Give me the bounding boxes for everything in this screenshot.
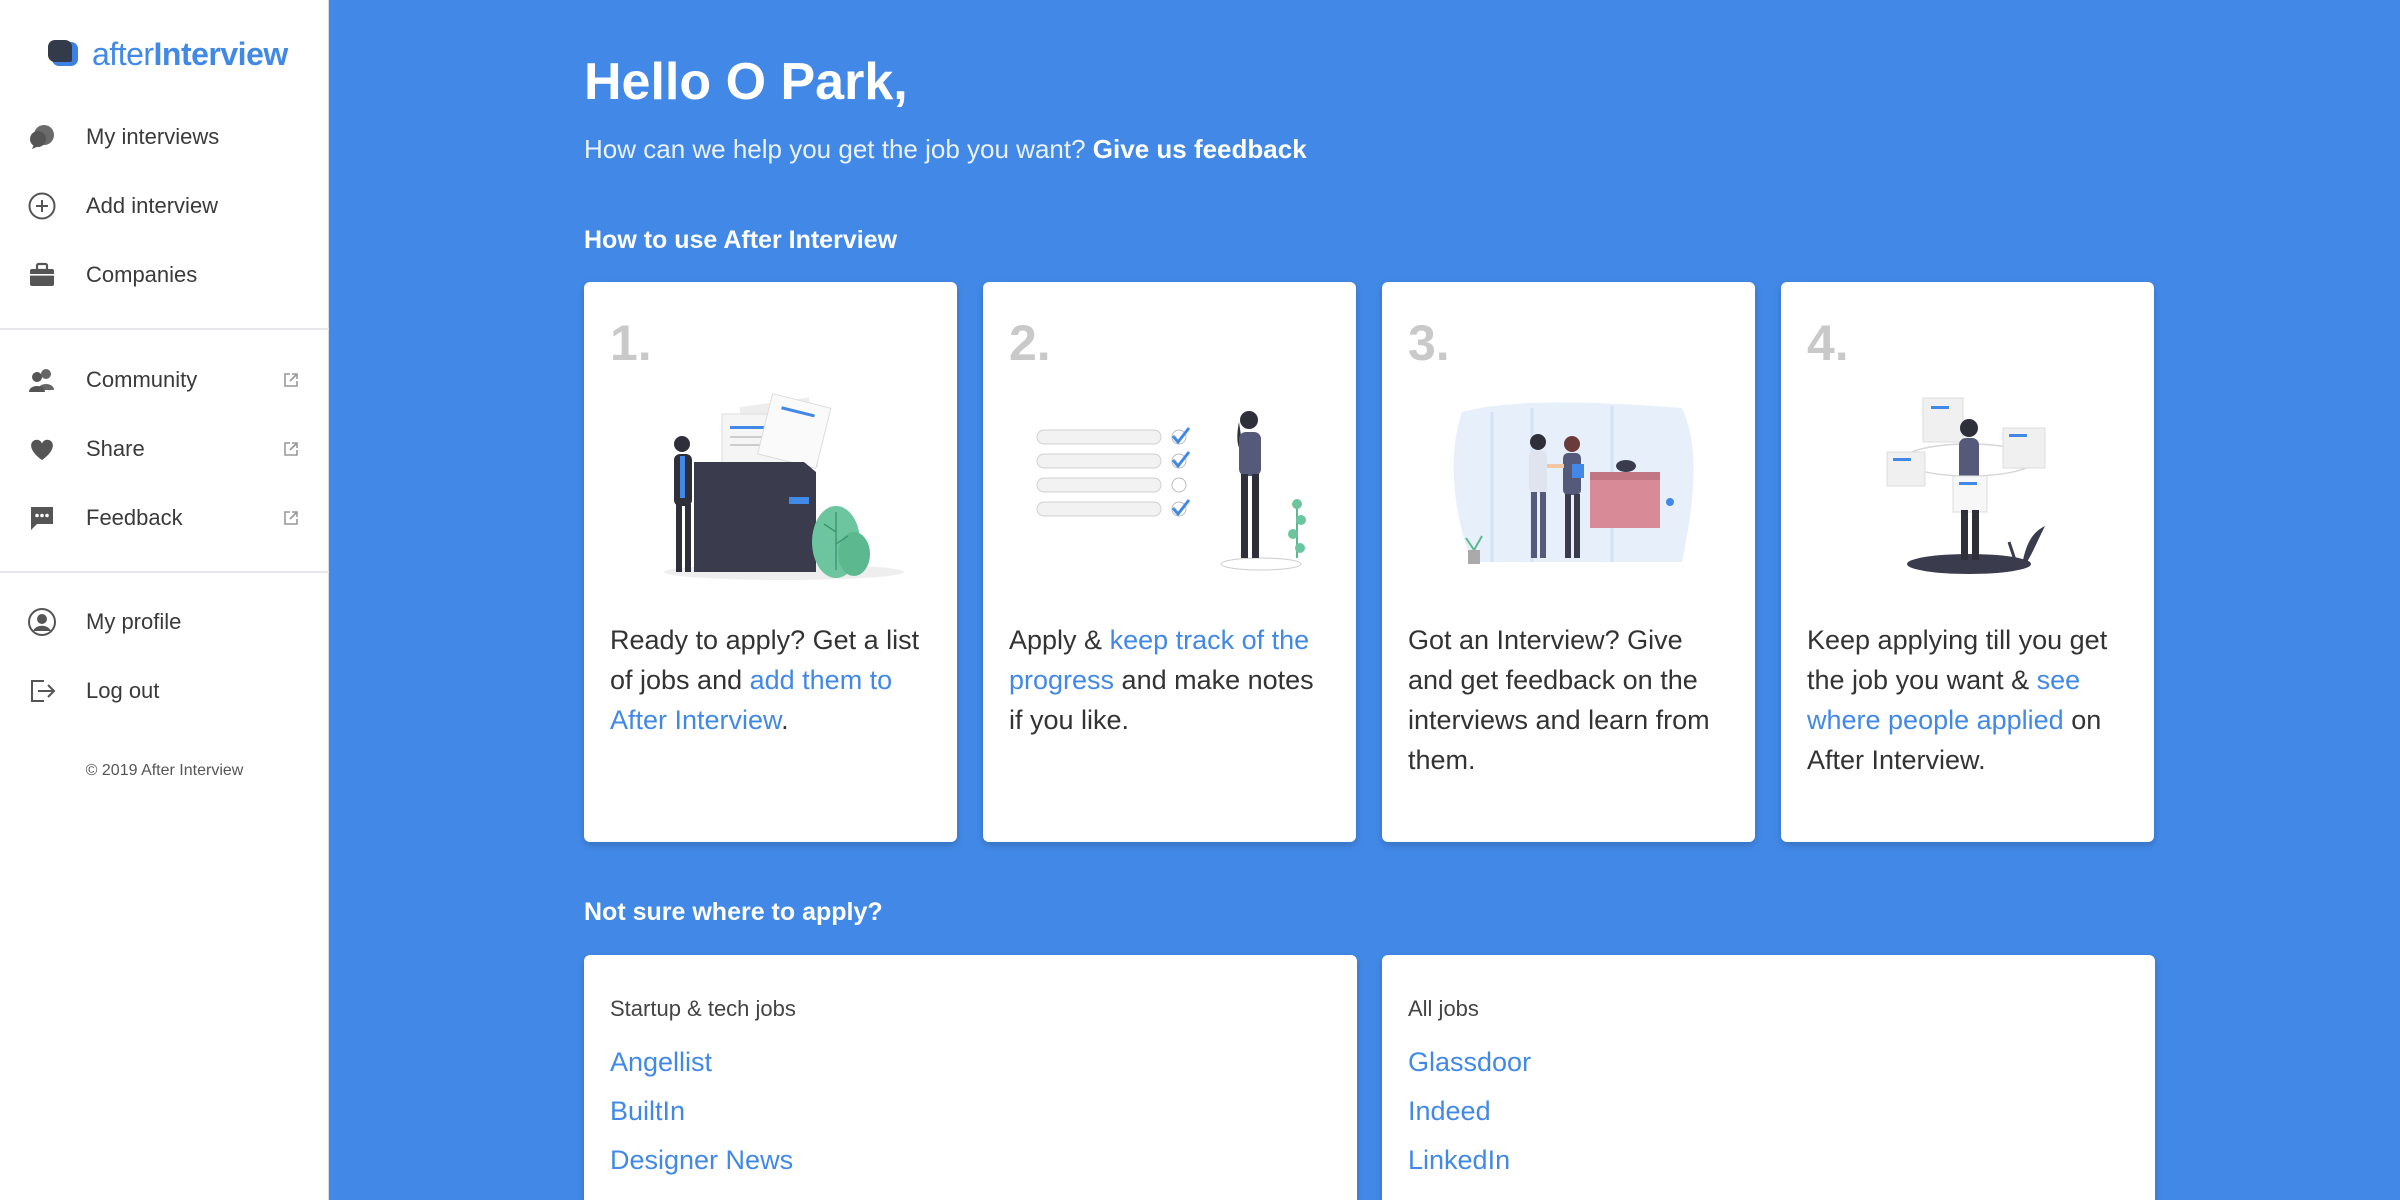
sidebar-item-label: Feedback	[86, 505, 183, 530]
step-number: 4.	[1807, 315, 1849, 371]
checklist-illustration	[1003, 392, 1336, 592]
sidebar-item-my-profile[interactable]: My profile	[0, 599, 329, 645]
jobs-list-title: All jobs	[1408, 996, 1479, 1021]
sidebar-item-companies[interactable]: Companies	[0, 252, 329, 298]
copyright: © 2019 After Interview	[85, 762, 244, 779]
folder-illustration	[604, 392, 937, 592]
sidebar-item-label: Log out	[86, 678, 160, 703]
logo[interactable]: afterInterview	[48, 34, 288, 74]
sidebar-item-label: Share	[86, 436, 145, 461]
job-link-glassdoor[interactable]: Glassdoor	[1408, 1047, 1531, 1078]
step-card-2: 2. Apply & keep track of the progress an…	[983, 282, 1356, 842]
step-text: Keep applying till you get the job you w…	[1807, 625, 2108, 775]
sidebar-item-log-out[interactable]: Log out	[0, 668, 329, 714]
step-text: Got an Interview? Give and get feedback …	[1408, 625, 1710, 775]
handshake-illustration	[1402, 392, 1735, 592]
sidebar-item-my-interviews[interactable]: My interviews	[0, 114, 329, 160]
step-text: Ready to apply? Get a list of jobs and a…	[610, 625, 920, 735]
job-link-angellist[interactable]: Angellist	[610, 1047, 712, 1078]
page-title: Hello O Park,	[584, 53, 908, 111]
logout-icon	[26, 675, 58, 707]
sidebar-item-label: Companies	[86, 262, 198, 287]
subtitle-text: How can we help you get the job you want…	[584, 134, 1086, 164]
subtitle: How can we help you get the job you want…	[584, 134, 1307, 165]
section-title-howto: How to use After Interview	[584, 226, 898, 254]
jobs-card-all: All jobs Glassdoor Indeed LinkedIn	[1382, 955, 2155, 1200]
sidebar-item-label: Add interview	[86, 193, 219, 218]
section-title-apply: Not sure where to apply?	[584, 898, 883, 926]
sidebar-item-label: Community	[86, 367, 198, 392]
step-number: 2.	[1009, 315, 1051, 371]
sidebar-divider	[0, 571, 329, 573]
sidebar-item-label: My profile	[86, 609, 182, 634]
job-link-designer-news[interactable]: Designer News	[610, 1145, 793, 1176]
external-link-icon	[282, 440, 300, 458]
step-card-3: 3. Got an Interview? Give and get feedba…	[1382, 282, 1755, 842]
jobs-card-startup: Startup & tech jobs Angellist BuiltIn De…	[584, 955, 1357, 1200]
briefcase-icon	[26, 259, 58, 291]
logo-text-after: after	[92, 35, 154, 72]
external-link-icon	[282, 371, 300, 389]
sidebar-item-add-interview[interactable]: Add interview	[0, 183, 329, 229]
step-card-4: 4. Keep applying till you get the job yo…	[1781, 282, 2154, 842]
sidebar-item-feedback[interactable]: Feedback	[0, 495, 329, 541]
give-feedback-link[interactable]: Give us feedback	[1093, 134, 1307, 164]
job-link-indeed[interactable]: Indeed	[1408, 1096, 1491, 1127]
chat-bubbles-icon	[26, 121, 58, 153]
job-link-builtin[interactable]: BuiltIn	[610, 1096, 685, 1127]
main-content: Hello O Park, How can we help you get th…	[329, 0, 2400, 1200]
logo-icon	[48, 40, 80, 68]
external-link-icon	[282, 509, 300, 527]
sidebar-item-share[interactable]: Share	[0, 426, 329, 472]
applications-illustration	[1801, 392, 2134, 592]
job-link-linkedin[interactable]: LinkedIn	[1408, 1145, 1510, 1176]
message-dots-icon	[26, 502, 58, 534]
step-text: Apply & keep track of the progress and m…	[1009, 625, 1314, 735]
user-circle-icon	[26, 606, 58, 638]
step-number: 3.	[1408, 315, 1450, 371]
step-number: 1.	[610, 315, 652, 371]
logo-text-interview: Interview	[153, 35, 289, 72]
sidebar-item-community[interactable]: Community	[0, 357, 329, 403]
sidebar: afterInterview My interviews Add intervi…	[0, 0, 329, 1200]
step-card-1: 1. Ready to apply? Get a list of jobs an…	[584, 282, 957, 842]
plus-circle-icon	[26, 190, 58, 222]
sidebar-divider	[0, 328, 329, 330]
jobs-list-title: Startup & tech jobs	[610, 996, 796, 1021]
heart-icon	[26, 433, 58, 465]
sidebar-item-label: My interviews	[86, 124, 220, 149]
people-icon	[26, 364, 58, 396]
